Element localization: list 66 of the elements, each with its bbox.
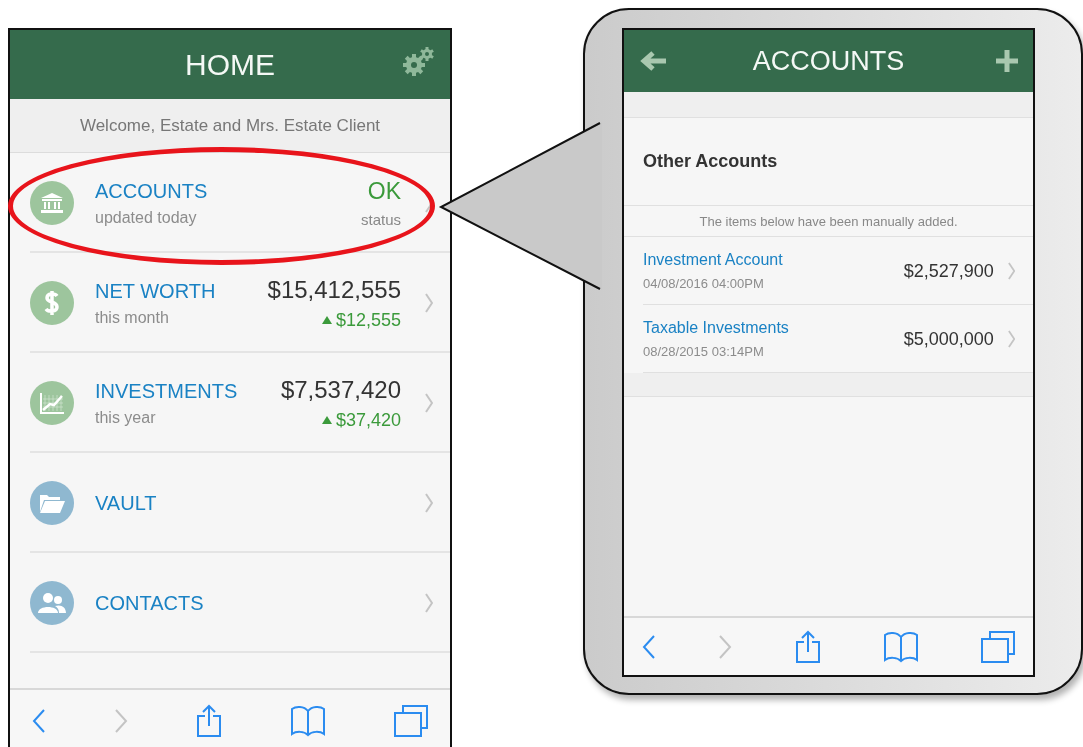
- bank-icon: [40, 192, 64, 214]
- menu-item[interactable]: VAULT: [10, 453, 450, 553]
- change-value: $37,420: [335, 409, 401, 431]
- tabs-icon: [981, 630, 1015, 663]
- menu-item[interactable]: CONTACTS: [10, 553, 450, 653]
- back-icon: [32, 708, 46, 734]
- chevron-icon: [425, 593, 433, 613]
- forward-icon: [718, 633, 733, 660]
- tabs-button[interactable]: [394, 705, 428, 737]
- share-button[interactable]: [196, 704, 222, 738]
- account-date: 08/28/2015 03:14PM: [643, 344, 765, 359]
- share-icon: [196, 704, 222, 738]
- account-row[interactable]: Taxable Investments 08/28/2015 03:14PM $5,000,000: [624, 305, 1033, 373]
- bookmarks-button[interactable]: [882, 630, 919, 663]
- status-value: OK: [367, 178, 401, 205]
- item-sublabel: updated today: [95, 208, 198, 227]
- item-sublabel: this month: [95, 308, 170, 327]
- chevron-icon: [1007, 330, 1015, 348]
- chevron-icon: [425, 293, 433, 313]
- section-title: Other Accounts: [643, 151, 778, 172]
- book-icon: [290, 705, 326, 737]
- menu-item[interactable]: NET WORTH this month $15,412,555 $12,555: [10, 253, 450, 353]
- bookmarks-button[interactable]: [290, 705, 326, 737]
- welcome-text: Welcome, Estate and Mrs. Estate Client: [79, 115, 381, 136]
- chevron-icon: [425, 493, 433, 513]
- account-date: 04/08/2016 04:00PM: [643, 276, 765, 291]
- account-name: Taxable Investments: [643, 319, 790, 337]
- menu-item[interactable]: ACCOUNTS updated today OK status: [10, 153, 450, 253]
- account-amount: $2,527,900: [903, 260, 994, 282]
- forward-icon: [114, 708, 128, 734]
- share-button[interactable]: [794, 629, 821, 664]
- tabs-icon: [394, 705, 428, 737]
- chevron-icon: [425, 393, 433, 413]
- share-icon: [794, 629, 821, 664]
- add-icon[interactable]: [995, 49, 1019, 73]
- increase-icon: [321, 316, 332, 324]
- item-label: VAULT: [95, 491, 158, 515]
- account-row[interactable]: Investment Account 04/08/2016 04:00PM $2,527,900: [624, 237, 1033, 305]
- screen-title: HOME: [185, 47, 275, 82]
- item-label: NET WORTH: [95, 279, 217, 303]
- item-label: INVESTMENTS: [95, 379, 239, 403]
- item-label: CONTACTS: [95, 591, 205, 615]
- book-icon: [882, 630, 919, 663]
- account-name: Investment Account: [643, 251, 784, 269]
- tabs-button[interactable]: [981, 630, 1015, 663]
- amount-value: $7,537,420: [280, 375, 401, 404]
- menu-item[interactable]: INVESTMENTS this year $7,537,420 $37,420: [10, 353, 450, 453]
- settings-icon[interactable]: [402, 46, 436, 77]
- back-arrow-icon[interactable]: [640, 50, 668, 72]
- item-sublabel: this year: [95, 408, 157, 427]
- item-label: ACCOUNTS: [95, 179, 209, 203]
- amount-value: $15,412,555: [267, 275, 401, 304]
- status-label: status: [360, 211, 401, 228]
- chart-icon: [39, 391, 65, 415]
- increase-icon: [321, 416, 332, 424]
- change-value: $12,555: [335, 309, 401, 331]
- back-icon: [642, 633, 656, 660]
- people-icon: [37, 592, 67, 614]
- dollar-icon: [44, 289, 60, 317]
- account-amount: $5,000,000: [903, 328, 994, 350]
- back-button[interactable]: [642, 633, 656, 660]
- section-note: The items below have been manually added.: [699, 213, 958, 229]
- folder-icon: [38, 492, 66, 514]
- screen-title: ACCOUNTS: [752, 45, 905, 77]
- back-button[interactable]: [32, 708, 46, 734]
- chevron-icon: [1007, 262, 1015, 280]
